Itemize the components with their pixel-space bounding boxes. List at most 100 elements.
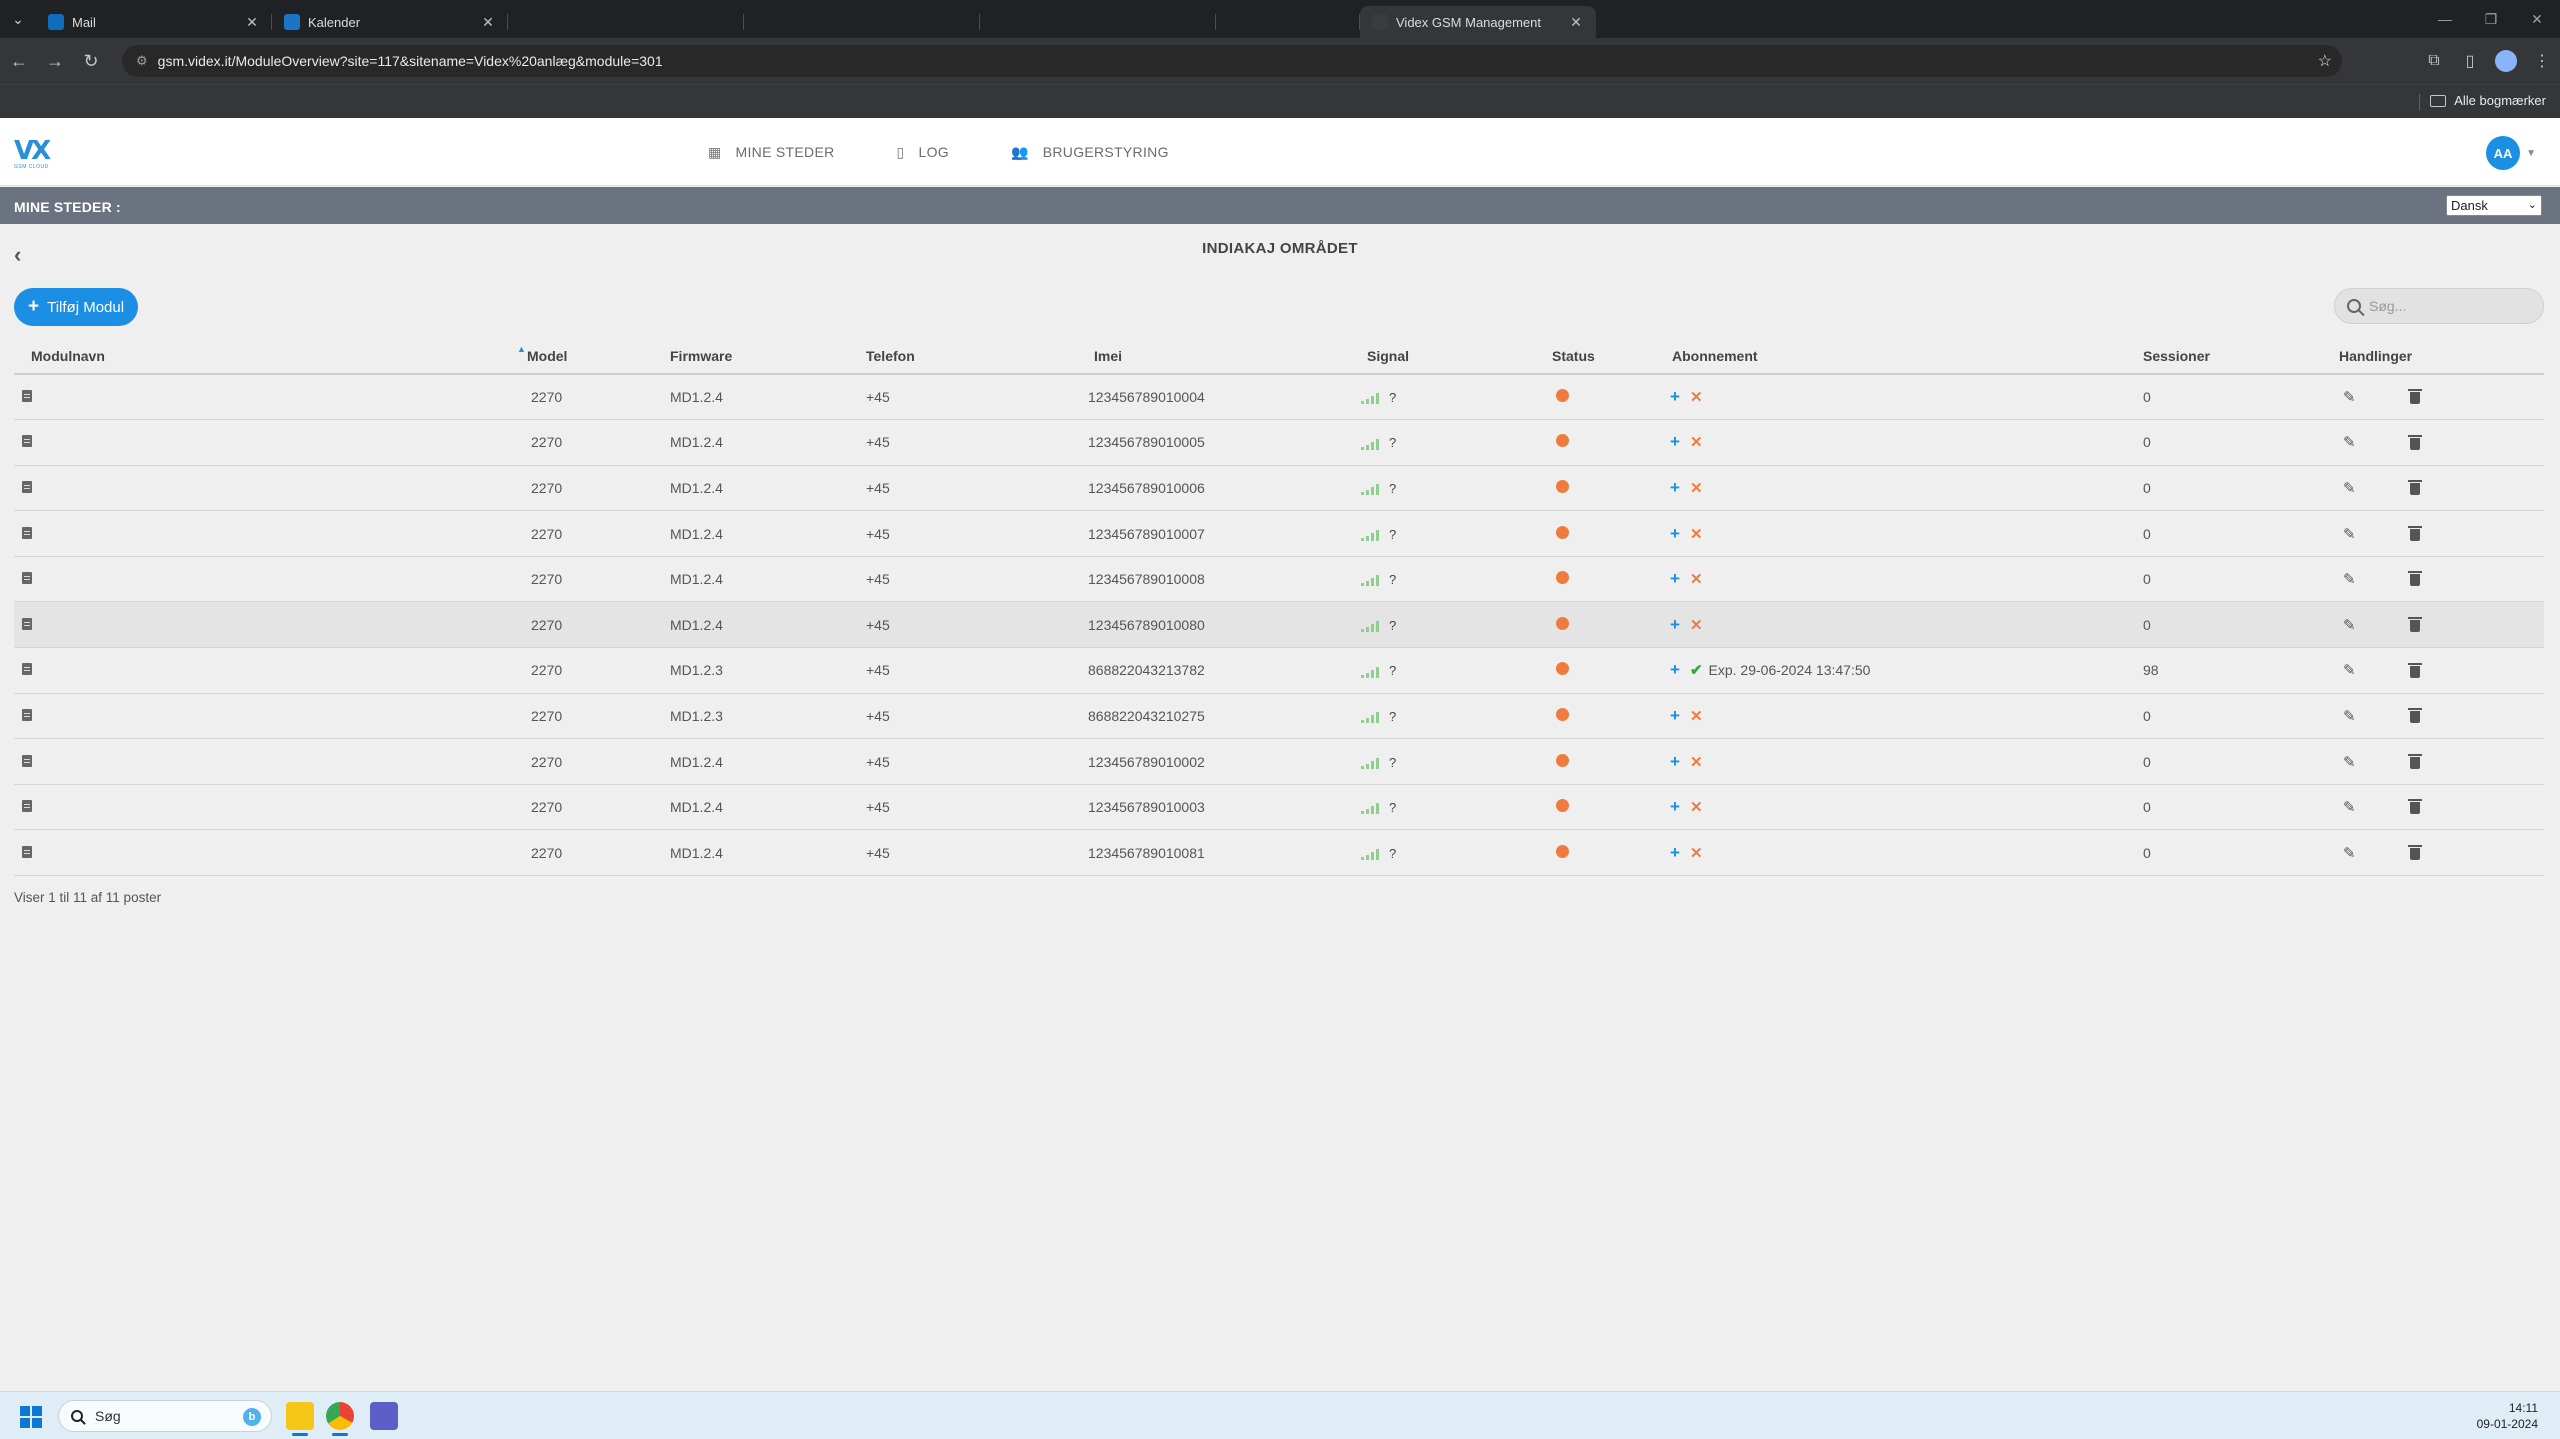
remove-subscription-icon[interactable]: ✕ — [1690, 617, 1703, 634]
videx-logo[interactable]: VX GSM CLOUD — [14, 138, 54, 170]
add-subscription-icon[interactable]: + — [1670, 432, 1680, 451]
trash-icon[interactable] — [2407, 662, 2422, 678]
add-subscription-icon[interactable]: + — [1670, 843, 1680, 862]
trash-icon[interactable] — [2407, 845, 2422, 861]
edit-pencil-icon[interactable]: ✎ — [2343, 617, 2356, 634]
table-row[interactable]: 2270 MD1.2.4 +45 123456789010081? + ✕ 0 ✎ — [14, 829, 2544, 877]
chrome-icon[interactable] — [326, 1402, 354, 1436]
breadcrumb[interactable]: MINE STEDER : — [14, 199, 121, 215]
col-firmware[interactable]: Firmware — [665, 338, 859, 375]
add-subscription-icon[interactable]: + — [1670, 660, 1680, 679]
table-row[interactable]: 2270 MD1.2.4 +45 123456789010002? + ✕ 0 ✎ — [14, 738, 2544, 785]
edit-pencil-icon[interactable]: ✎ — [2343, 571, 2356, 588]
table-row[interactable]: 2270 MD1.2.4 +45 123456789010003? + ✕ 0 ✎ — [14, 784, 2544, 831]
taskbar-search-input[interactable]: Søg b — [58, 1400, 272, 1432]
close-icon[interactable]: ✕ — [244, 14, 260, 31]
add-subscription-icon[interactable]: + — [1670, 478, 1680, 497]
add-subscription-icon[interactable]: + — [1670, 752, 1680, 771]
browser-tab-videx[interactable]: Videx GSM Management ✕ — [1360, 6, 1596, 38]
add-subscription-icon[interactable]: + — [1670, 706, 1680, 725]
module-doc-icon[interactable] — [22, 390, 32, 403]
table-row[interactable]: 2270 MD1.2.4 +45 123456789010004? + ✕ 0 ✎ — [14, 374, 2544, 421]
remove-subscription-icon[interactable]: ✕ — [1690, 845, 1703, 862]
table-row[interactable]: 2270 MD1.2.4 +45 123456789010007? + ✕ 0 ✎ — [14, 510, 2544, 557]
col-signal[interactable]: Signal — [1361, 338, 1551, 375]
module-doc-icon[interactable] — [22, 435, 32, 448]
file-explorer-icon[interactable] — [286, 1402, 314, 1436]
edit-pencil-icon[interactable]: ✎ — [2343, 480, 2356, 497]
nav-log[interactable]: ▯ LOG — [897, 144, 949, 161]
restore-icon[interactable]: ❐ — [2468, 0, 2514, 38]
table-row[interactable]: 2270 MD1.2.4 +45 123456789010080? + ✕ 0 ✎ — [14, 601, 2544, 649]
trash-icon[interactable] — [2407, 617, 2422, 633]
trash-icon[interactable] — [2407, 389, 2422, 405]
module-doc-icon[interactable] — [22, 754, 32, 767]
back-arrow-icon[interactable]: ← — [2, 44, 36, 78]
edit-pencil-icon[interactable]: ✎ — [2343, 845, 2356, 862]
trash-icon[interactable] — [2407, 571, 2422, 587]
col-modulnavn[interactable]: Modulnavn — [14, 338, 517, 375]
remove-subscription-icon[interactable]: ✕ — [1690, 389, 1703, 406]
remove-subscription-icon[interactable]: ✕ — [1690, 480, 1703, 497]
table-row[interactable]: 2270 MD1.2.3 +45 868822043210275? + ✕ 0 ✎ — [14, 693, 2544, 740]
add-subscription-icon[interactable]: + — [1670, 797, 1680, 816]
window-close-icon[interactable]: ✕ — [2514, 0, 2560, 38]
forward-arrow-icon[interactable]: → — [38, 44, 72, 78]
edit-pencil-icon[interactable]: ✎ — [2343, 708, 2356, 725]
col-status[interactable]: Status — [1551, 338, 1667, 375]
trash-icon[interactable] — [2407, 434, 2422, 450]
windows-start-icon[interactable] — [20, 1406, 42, 1428]
extensions-icon[interactable]: ⧉ — [2416, 52, 2452, 70]
edit-pencil-icon[interactable]: ✎ — [2343, 754, 2356, 771]
module-doc-icon[interactable] — [22, 663, 32, 676]
trash-icon[interactable] — [2407, 799, 2422, 815]
col-sessioner[interactable]: Sessioner — [2135, 338, 2335, 375]
trash-icon[interactable] — [2407, 480, 2422, 496]
bookmark-star-icon[interactable]: ☆ — [2318, 51, 2332, 71]
caret-down-icon[interactable]: ▼ — [2526, 148, 2536, 159]
module-doc-icon[interactable] — [22, 526, 32, 539]
remove-subscription-icon[interactable]: ✕ — [1690, 526, 1703, 543]
remove-subscription-icon[interactable]: ✕ — [1690, 708, 1703, 725]
module-doc-icon[interactable] — [22, 617, 32, 630]
add-subscription-icon[interactable]: + — [1670, 569, 1680, 588]
search-input[interactable]: Søg... — [2334, 288, 2544, 324]
edit-pencil-icon[interactable]: ✎ — [2343, 799, 2356, 816]
nav-brugerstyring[interactable]: 👥 BRUGERSTYRING — [1011, 144, 1169, 161]
module-doc-icon[interactable] — [22, 480, 32, 493]
taskbar-clock[interactable]: 14:11 09-01-2024 — [2477, 1400, 2538, 1432]
table-row[interactable]: 2270 MD1.2.4 +45 123456789010005? + ✕ 0 ✎ — [14, 419, 2544, 466]
address-bar[interactable]: ⚙ gsm.videx.it/ModuleOverview?site=117&s… — [122, 45, 2342, 77]
module-doc-icon[interactable] — [22, 572, 32, 585]
col-telefon[interactable]: Telefon — [859, 338, 1079, 375]
col-abonnement[interactable]: Abonnement — [1667, 338, 2135, 375]
table-row[interactable]: 2270 MD1.2.4 +45 123456789010008? + ✕ 0 ✎ — [14, 556, 2544, 603]
trash-icon[interactable] — [2407, 708, 2422, 724]
menu-icon[interactable]: ⋮ — [2524, 51, 2560, 71]
edit-pencil-icon[interactable]: ✎ — [2343, 526, 2356, 543]
profile-icon[interactable] — [2495, 50, 2517, 72]
edit-pencil-icon[interactable]: ✎ — [2343, 662, 2356, 679]
close-icon[interactable]: ✕ — [1568, 14, 1584, 31]
col-imei[interactable]: Imei — [1079, 338, 1361, 375]
module-doc-icon[interactable] — [22, 708, 32, 721]
close-icon[interactable]: ✕ — [480, 14, 496, 31]
site-info-icon[interactable]: ⚙ — [136, 53, 148, 69]
remove-subscription-icon[interactable]: ✕ — [1690, 799, 1703, 816]
remove-subscription-icon[interactable]: ✕ — [1690, 571, 1703, 588]
module-doc-icon[interactable] — [22, 845, 32, 858]
trash-icon[interactable] — [2407, 525, 2422, 541]
browser-tab-mail[interactable]: Mail ✕ — [36, 6, 272, 38]
avatar[interactable]: AA — [2486, 136, 2520, 170]
bing-icon[interactable]: b — [243, 1408, 261, 1426]
add-subscription-icon[interactable]: + — [1670, 387, 1680, 406]
table-row[interactable]: 2270 MD1.2.3 +45 868822043213782? + ✔ Exp. 29-… — [14, 647, 2544, 694]
add-subscription-icon[interactable]: + — [1670, 524, 1680, 543]
col-model[interactable]: ▲ Model — [517, 338, 665, 375]
browser-tab-kalender[interactable]: Kalender ✕ — [272, 6, 508, 38]
remove-subscription-icon[interactable]: ✕ — [1690, 434, 1703, 451]
remove-subscription-icon[interactable]: ✕ — [1690, 754, 1703, 771]
reload-icon[interactable]: ↻ — [74, 44, 108, 78]
trash-icon[interactable] — [2407, 753, 2422, 769]
add-subscription-icon[interactable]: + — [1670, 615, 1680, 634]
